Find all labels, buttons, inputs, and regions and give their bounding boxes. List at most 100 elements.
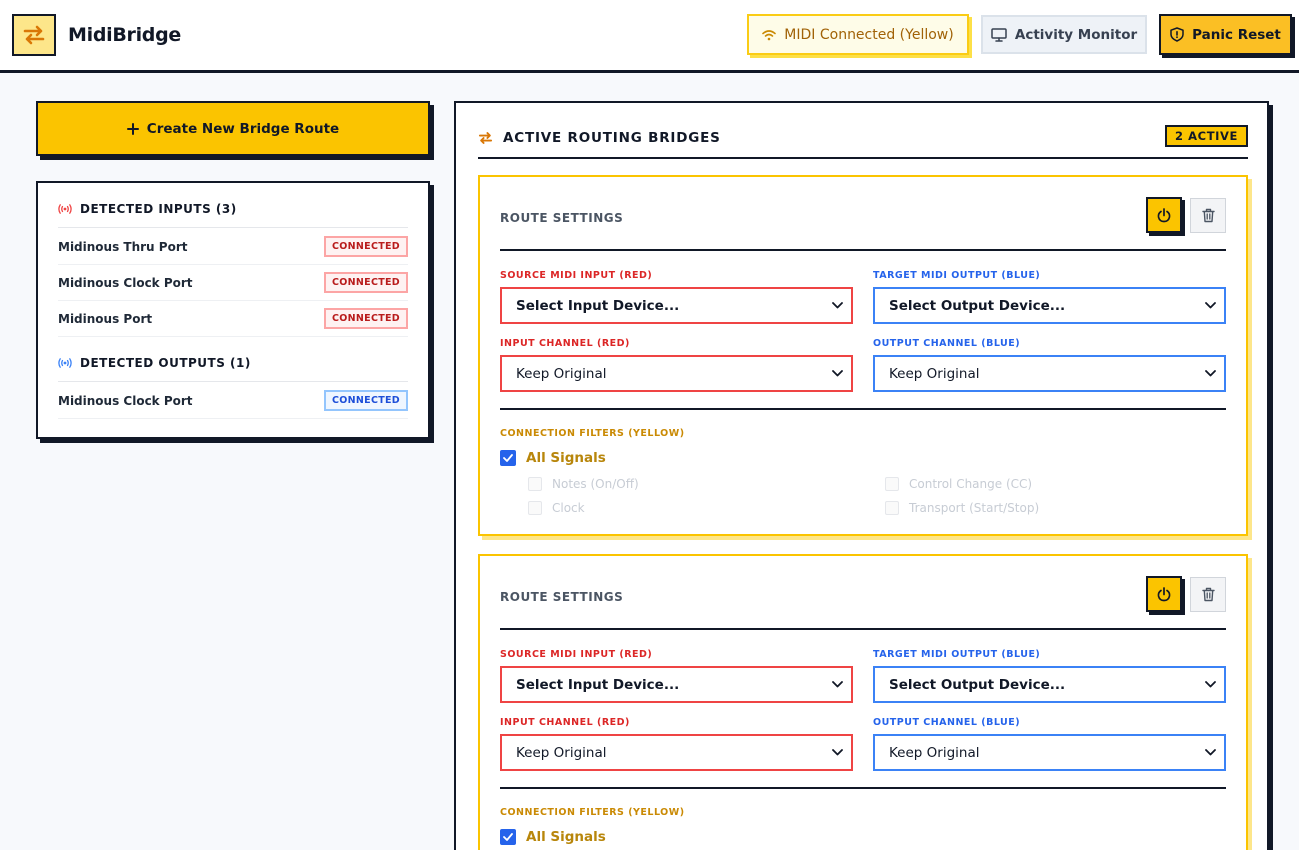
checkbox-checked[interactable] [500, 829, 516, 845]
connection-filters-label: CONNECTION FILTERS (YELLOW) [500, 428, 685, 439]
app-header: MidiBridge MIDI Connected (Yellow) Activ… [0, 0, 1299, 73]
trash-icon [1201, 587, 1215, 602]
input-device-row[interactable]: Midinous Thru Port CONNECTED [58, 229, 408, 265]
output-channel-label: OUTPUT CHANNEL (BLUE) [873, 338, 1021, 349]
chevron-down-icon [1205, 370, 1216, 377]
power-icon [1157, 207, 1171, 222]
route-card: ROUTE SETTINGS SOURCE MIDI INPUT (RED) T… [478, 175, 1248, 536]
chevron-down-icon [1205, 749, 1216, 756]
output-channel-select[interactable]: Keep Original [873, 734, 1226, 771]
swap-arrows-icon [23, 25, 45, 45]
status-badge: CONNECTED [324, 236, 408, 257]
power-button[interactable] [1146, 576, 1182, 612]
filter-transport-label: Transport (Start/Stop) [909, 501, 1040, 515]
filter-control-change[interactable]: Control Change (CC) [885, 477, 1032, 491]
routing-panel: ACTIVE ROUTING BRIDGES 2 ACTIVE ROUTE SE… [454, 101, 1269, 850]
device-name: Midinous Clock Port [58, 275, 193, 290]
source-input-select[interactable]: Select Input Device... [500, 287, 853, 324]
target-output-label: TARGET MIDI OUTPUT (BLUE) [873, 270, 1041, 281]
chevron-down-icon [1205, 302, 1216, 309]
route-card-header: ROUTE SETTINGS [500, 576, 1226, 630]
output-device-row[interactable]: Midinous Clock Port CONNECTED [58, 383, 408, 419]
input-channel-value: Keep Original [516, 744, 607, 761]
device-name: Midinous Port [58, 311, 153, 326]
input-channel-label: INPUT CHANNEL (RED) [500, 338, 630, 349]
status-badge: CONNECTED [324, 272, 408, 293]
chevron-down-icon [832, 302, 843, 309]
route-card-header: ROUTE SETTINGS [500, 197, 1226, 251]
output-channel-value: Keep Original [889, 744, 980, 761]
create-route-label: Create New Bridge Route [146, 120, 340, 137]
activity-monitor-label: Activity Monitor [1014, 26, 1138, 43]
source-input-label: SOURCE MIDI INPUT (RED) [500, 649, 653, 660]
input-channel-select[interactable]: Keep Original [500, 734, 853, 771]
all-signals-label: All Signals [526, 829, 606, 845]
activity-monitor-button[interactable]: Activity Monitor [981, 15, 1147, 54]
filters-divider [500, 787, 1226, 789]
filter-notes[interactable]: Notes (On/Off) [528, 477, 639, 491]
filter-control-change-label: Control Change (CC) [909, 477, 1033, 491]
routing-panel-header: ACTIVE ROUTING BRIDGES 2 ACTIVE [478, 123, 1248, 159]
detected-inputs-header: DETECTED INPUTS (3) [58, 198, 408, 228]
device-name: Midinous Clock Port [58, 393, 193, 408]
device-name: Midinous Thru Port [58, 239, 188, 254]
filter-clock[interactable]: Clock [528, 501, 585, 515]
output-channel-label: OUTPUT CHANNEL (BLUE) [873, 717, 1021, 728]
target-output-select[interactable]: Select Output Device... [873, 287, 1226, 324]
filter-transport[interactable]: Transport (Start/Stop) [885, 501, 1039, 515]
midi-status-button[interactable]: MIDI Connected (Yellow) [747, 14, 969, 55]
target-output-select[interactable]: Select Output Device... [873, 666, 1226, 703]
plus-icon [126, 122, 139, 135]
target-output-label: TARGET MIDI OUTPUT (BLUE) [873, 649, 1041, 660]
swap-arrows-icon [478, 132, 493, 144]
check-icon [503, 833, 513, 841]
detected-inputs-title: DETECTED INPUTS (3) [80, 201, 237, 216]
radio-signal-icon [58, 203, 72, 214]
input-channel-select[interactable]: Keep Original [500, 355, 853, 392]
shield-alert-icon [1170, 27, 1184, 42]
checkbox-disabled[interactable] [528, 477, 542, 491]
detected-outputs-title: DETECTED OUTPUTS (1) [80, 355, 251, 370]
route-card: ROUTE SETTINGS SOURCE MIDI INPUT (RED) T… [478, 554, 1248, 850]
source-input-label: SOURCE MIDI INPUT (RED) [500, 270, 653, 281]
devices-panel: DETECTED INPUTS (3) Midinous Thru Port C… [36, 181, 430, 439]
status-badge: CONNECTED [324, 390, 408, 411]
chevron-down-icon [832, 370, 843, 377]
filters-divider [500, 408, 1226, 410]
connection-filters-label: CONNECTION FILTERS (YELLOW) [500, 807, 685, 818]
chevron-down-icon [832, 749, 843, 756]
logo [12, 14, 56, 56]
route-title: ROUTE SETTINGS [500, 211, 624, 225]
checkbox-disabled[interactable] [885, 501, 899, 515]
active-count-badge: 2 ACTIVE [1164, 125, 1248, 147]
input-device-row[interactable]: Midinous Clock Port CONNECTED [58, 265, 408, 301]
power-button[interactable] [1146, 197, 1182, 233]
all-signals-checkbox[interactable]: All Signals [500, 450, 606, 466]
routing-panel-title: ACTIVE ROUTING BRIDGES [503, 130, 721, 146]
power-icon [1157, 586, 1171, 601]
input-channel-label: INPUT CHANNEL (RED) [500, 717, 630, 728]
route-title: ROUTE SETTINGS [500, 590, 624, 604]
midi-status-label: MIDI Connected (Yellow) [784, 26, 954, 43]
input-device-row[interactable]: Midinous Port CONNECTED [58, 301, 408, 337]
checkbox-disabled[interactable] [885, 477, 899, 491]
panic-reset-button[interactable]: Panic Reset [1159, 14, 1292, 55]
source-input-value: Select Input Device... [516, 676, 680, 693]
monitor-icon [991, 27, 1007, 42]
detected-outputs-header: DETECTED OUTPUTS (1) [58, 352, 408, 382]
checkbox-disabled[interactable] [528, 501, 542, 515]
target-output-value: Select Output Device... [889, 297, 1066, 314]
output-channel-value: Keep Original [889, 365, 980, 382]
filter-notes-label: Notes (On/Off) [552, 477, 639, 491]
status-badge: CONNECTED [324, 308, 408, 329]
panic-reset-label: Panic Reset [1192, 26, 1281, 43]
all-signals-checkbox[interactable]: All Signals [500, 829, 606, 845]
target-output-value: Select Output Device... [889, 676, 1066, 693]
checkbox-checked[interactable] [500, 450, 516, 466]
create-route-button[interactable]: Create New Bridge Route [36, 101, 430, 156]
radio-signal-icon [58, 357, 72, 368]
source-input-select[interactable]: Select Input Device... [500, 666, 853, 703]
delete-route-button[interactable] [1190, 198, 1226, 233]
delete-route-button[interactable] [1190, 577, 1226, 612]
output-channel-select[interactable]: Keep Original [873, 355, 1226, 392]
